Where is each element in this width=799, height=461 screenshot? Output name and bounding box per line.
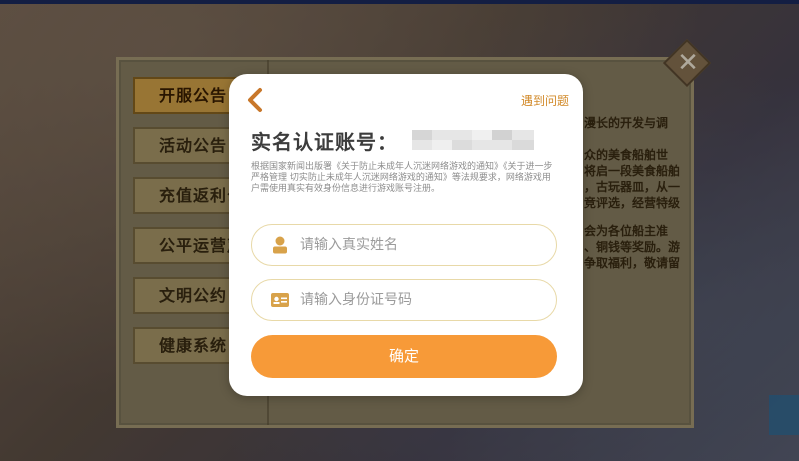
chevron-left-icon <box>248 88 262 112</box>
back-button[interactable] <box>243 86 267 114</box>
id-card-icon <box>270 290 290 310</box>
id-number-input[interactable] <box>298 291 532 309</box>
id-number-field[interactable] <box>251 279 557 321</box>
real-name-verification-dialog: 遇到问题 实名认证账号： 根据国家新闻出版署《关于防止未成年人沉迷网络游戏的通知… <box>229 74 583 396</box>
regulation-notice: 根据国家新闻出版署《关于防止未成年人沉迷网络游戏的通知》《关于进一步严格管理 切… <box>251 162 553 194</box>
confirm-button[interactable]: 确定 <box>251 335 557 378</box>
title-row: 实名认证账号： <box>251 127 534 154</box>
real-name-input[interactable] <box>298 236 532 254</box>
dialog-title: 实名认证账号： <box>251 129 398 154</box>
person-icon <box>270 235 290 255</box>
help-link[interactable]: 遇到问题 <box>521 92 569 109</box>
masked-account-number <box>412 130 534 150</box>
real-name-field[interactable] <box>251 224 557 266</box>
